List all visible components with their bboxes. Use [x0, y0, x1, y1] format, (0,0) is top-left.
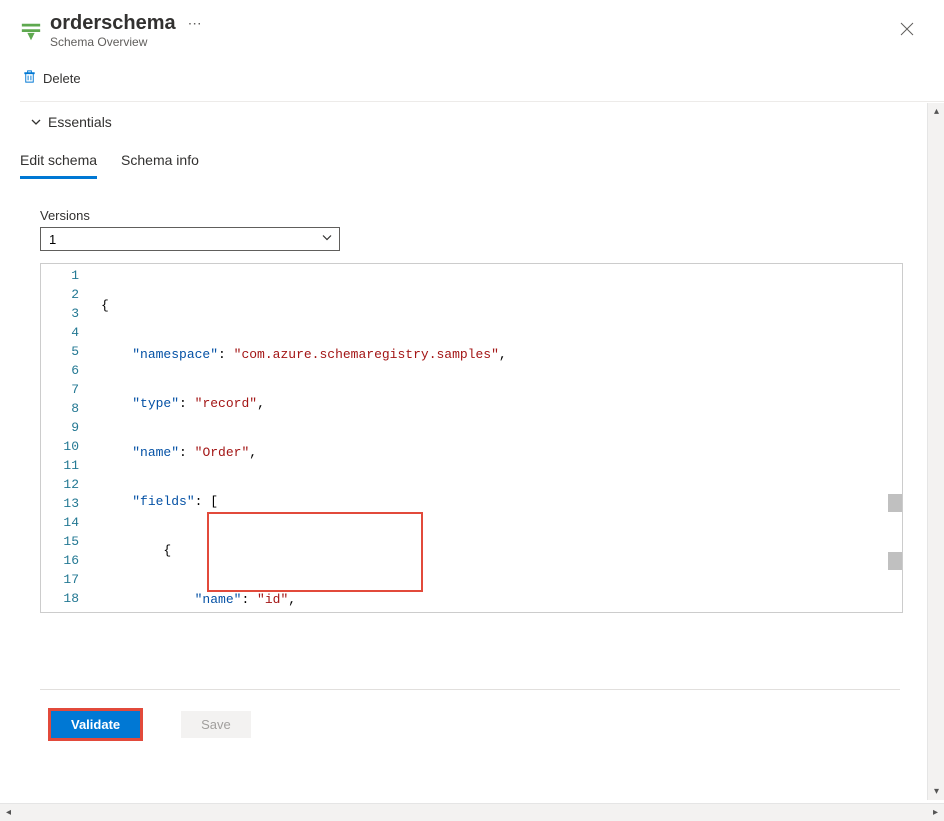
chevron-down-icon: [30, 116, 42, 128]
trash-icon: [22, 69, 37, 87]
essentials-toggle[interactable]: Essentials: [30, 114, 944, 138]
close-icon: [900, 22, 914, 36]
scroll-up-arrow[interactable]: ▴: [928, 103, 944, 120]
versions-label: Versions: [40, 208, 944, 223]
validate-button[interactable]: Validate: [51, 711, 140, 738]
line-gutter: 1 2 3 4 5 6 7 8 9 10 11 12 13 14 15 16 1…: [41, 264, 93, 612]
delete-label: Delete: [43, 71, 81, 86]
code-editor[interactable]: 1 2 3 4 5 6 7 8 9 10 11 12 13 14 15 16 1…: [40, 263, 903, 613]
tab-edit-schema[interactable]: Edit schema: [20, 144, 97, 179]
versions-select[interactable]: 1: [40, 227, 340, 251]
page-title: orderschema: [50, 12, 176, 35]
scroll-right-arrow[interactable]: ▸: [927, 804, 944, 821]
more-actions-button[interactable]: ⋯: [188, 15, 203, 32]
scroll-down-arrow[interactable]: ▾: [928, 783, 944, 800]
editor-minimap[interactable]: [888, 264, 902, 612]
scroll-left-arrow[interactable]: ◂: [0, 804, 17, 821]
vertical-scrollbar[interactable]: ▴ ▾: [927, 103, 944, 800]
essentials-label: Essentials: [48, 114, 112, 130]
save-button: Save: [181, 711, 251, 738]
code-content[interactable]: { "namespace": "com.azure.schemaregistry…: [93, 264, 902, 612]
delete-button[interactable]: Delete: [20, 65, 83, 91]
horizontal-scrollbar[interactable]: ◂ ▸: [0, 803, 944, 821]
tab-schema-info[interactable]: Schema info: [121, 144, 199, 179]
highlight-annotation: Validate: [48, 708, 143, 741]
schema-icon: [20, 21, 40, 41]
page-subtitle: Schema Overview: [50, 35, 203, 49]
close-button[interactable]: [896, 18, 918, 45]
